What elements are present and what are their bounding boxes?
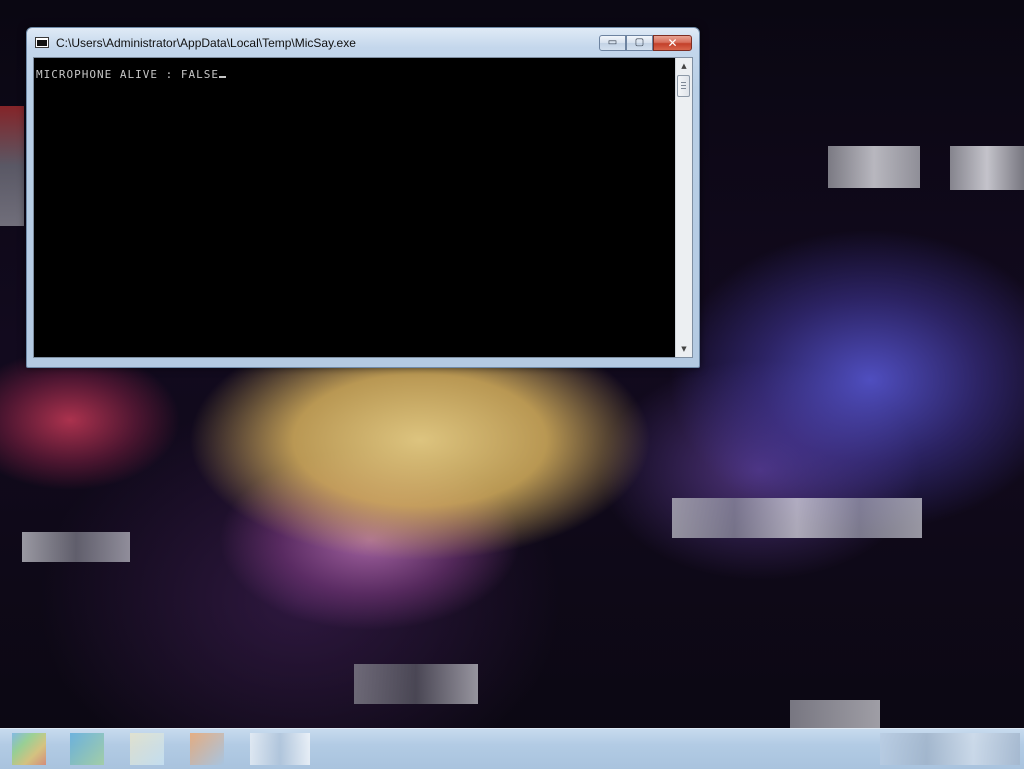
console-output-text: MICROPHONE ALIVE : FALSE xyxy=(36,68,219,81)
console-window[interactable]: C:\Users\Administrator\AppData\Local\Tem… xyxy=(26,27,700,368)
system-tray[interactable] xyxy=(880,733,1020,765)
taskbar-app-icon[interactable] xyxy=(70,733,104,765)
window-controls: ▭ ▢ ✕ xyxy=(599,35,692,51)
desktop-icon-blur[interactable] xyxy=(828,146,920,188)
window-titlebar[interactable]: C:\Users\Administrator\AppData\Local\Tem… xyxy=(27,28,699,56)
taskbar-app-icon[interactable] xyxy=(190,733,224,765)
text-cursor xyxy=(218,76,226,78)
maximize-icon: ▢ xyxy=(634,37,645,48)
scroll-up-button[interactable]: ▲ xyxy=(676,58,692,74)
console-app-icon[interactable] xyxy=(35,37,49,48)
minimize-button[interactable]: ▭ xyxy=(599,35,626,51)
console-output-area[interactable]: MICROPHONE ALIVE : FALSE ▲ ▼ xyxy=(33,57,693,358)
desktop-icon-blur[interactable] xyxy=(22,532,130,562)
desktop-icon-blur[interactable] xyxy=(0,106,24,226)
scrollbar-thumb[interactable] xyxy=(677,75,690,97)
maximize-button[interactable]: ▢ xyxy=(626,35,653,51)
desktop-icon-blur[interactable] xyxy=(354,664,478,704)
close-button[interactable]: ✕ xyxy=(653,35,692,51)
vertical-scrollbar[interactable]: ▲ ▼ xyxy=(675,58,692,357)
window-title: C:\Users\Administrator\AppData\Local\Tem… xyxy=(56,36,356,50)
desktop-icon-blur[interactable] xyxy=(672,498,922,538)
taskbar-app-icon[interactable] xyxy=(250,733,310,765)
scroll-down-button[interactable]: ▼ xyxy=(676,341,692,357)
taskbar-app-icon[interactable] xyxy=(130,733,164,765)
chevron-down-icon: ▼ xyxy=(681,344,687,353)
desktop-icon-blur[interactable] xyxy=(790,700,880,728)
minimize-icon: ▭ xyxy=(607,37,618,48)
taskbar xyxy=(0,728,1024,769)
close-icon: ✕ xyxy=(667,36,678,50)
console-line: MICROPHONE ALIVE : FALSE xyxy=(36,68,226,81)
chevron-up-icon: ▲ xyxy=(681,61,687,70)
desktop-icon-blur[interactable] xyxy=(950,146,1024,190)
windows-start-icon[interactable] xyxy=(12,733,46,765)
